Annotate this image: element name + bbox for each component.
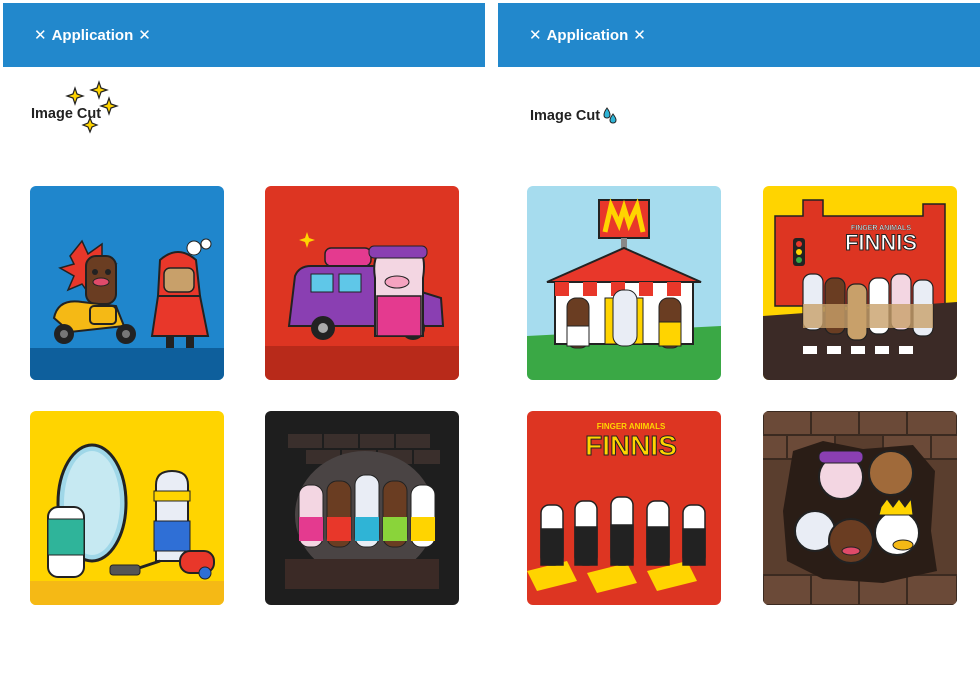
image-card[interactable]: FINGER ANIMALS FINNIS [763, 186, 957, 380]
image-card[interactable] [265, 186, 459, 380]
section-title-text: Image Cut [530, 108, 601, 124]
close-icon[interactable]: ✕ [138, 26, 151, 44]
finnis-logo: FINNIS [585, 430, 677, 461]
header-title: Application [51, 26, 134, 44]
close-icon[interactable]: ✕ [529, 26, 542, 44]
close-icon[interactable]: ✕ [34, 26, 47, 44]
panel-header: ✕ Application ✕ [498, 3, 980, 67]
image-card[interactable] [763, 411, 957, 605]
section-title: Image Cut [31, 80, 119, 134]
image-card[interactable] [265, 411, 459, 605]
image-card[interactable]: FINGER ANIMALS FINNIS [527, 411, 721, 605]
header-title: Application [546, 26, 629, 44]
left-panel: ✕ Application ✕ Image Cut [3, 0, 485, 685]
section-title: Image Cut [530, 106, 618, 126]
right-panel: ✕ Application ✕ Image Cut FINGER ANIMALS… [498, 0, 980, 685]
image-card[interactable] [30, 186, 224, 380]
image-card[interactable] [30, 411, 224, 605]
finnis-crosswalk-scene-image: FINGER ANIMALS FINNIS [763, 186, 957, 380]
mirror-vacuum-scene-image [30, 411, 224, 605]
scooter-scene-image [30, 186, 224, 380]
purple-van-scene-image [265, 186, 459, 380]
finnis-logo: FINNIS [845, 230, 917, 255]
fastfood-restaurant-scene-image [527, 186, 721, 380]
brick-wall-breakout-scene-image [763, 411, 957, 605]
drops-icon [603, 107, 617, 124]
sparkle-icon [65, 80, 119, 134]
image-card[interactable] [527, 186, 721, 380]
panel-header: ✕ Application ✕ [3, 3, 485, 67]
band-spotlight-scene-image [265, 411, 459, 605]
finnis-abbey-road-scene-image: FINGER ANIMALS FINNIS [527, 411, 721, 605]
close-icon[interactable]: ✕ [633, 26, 646, 44]
